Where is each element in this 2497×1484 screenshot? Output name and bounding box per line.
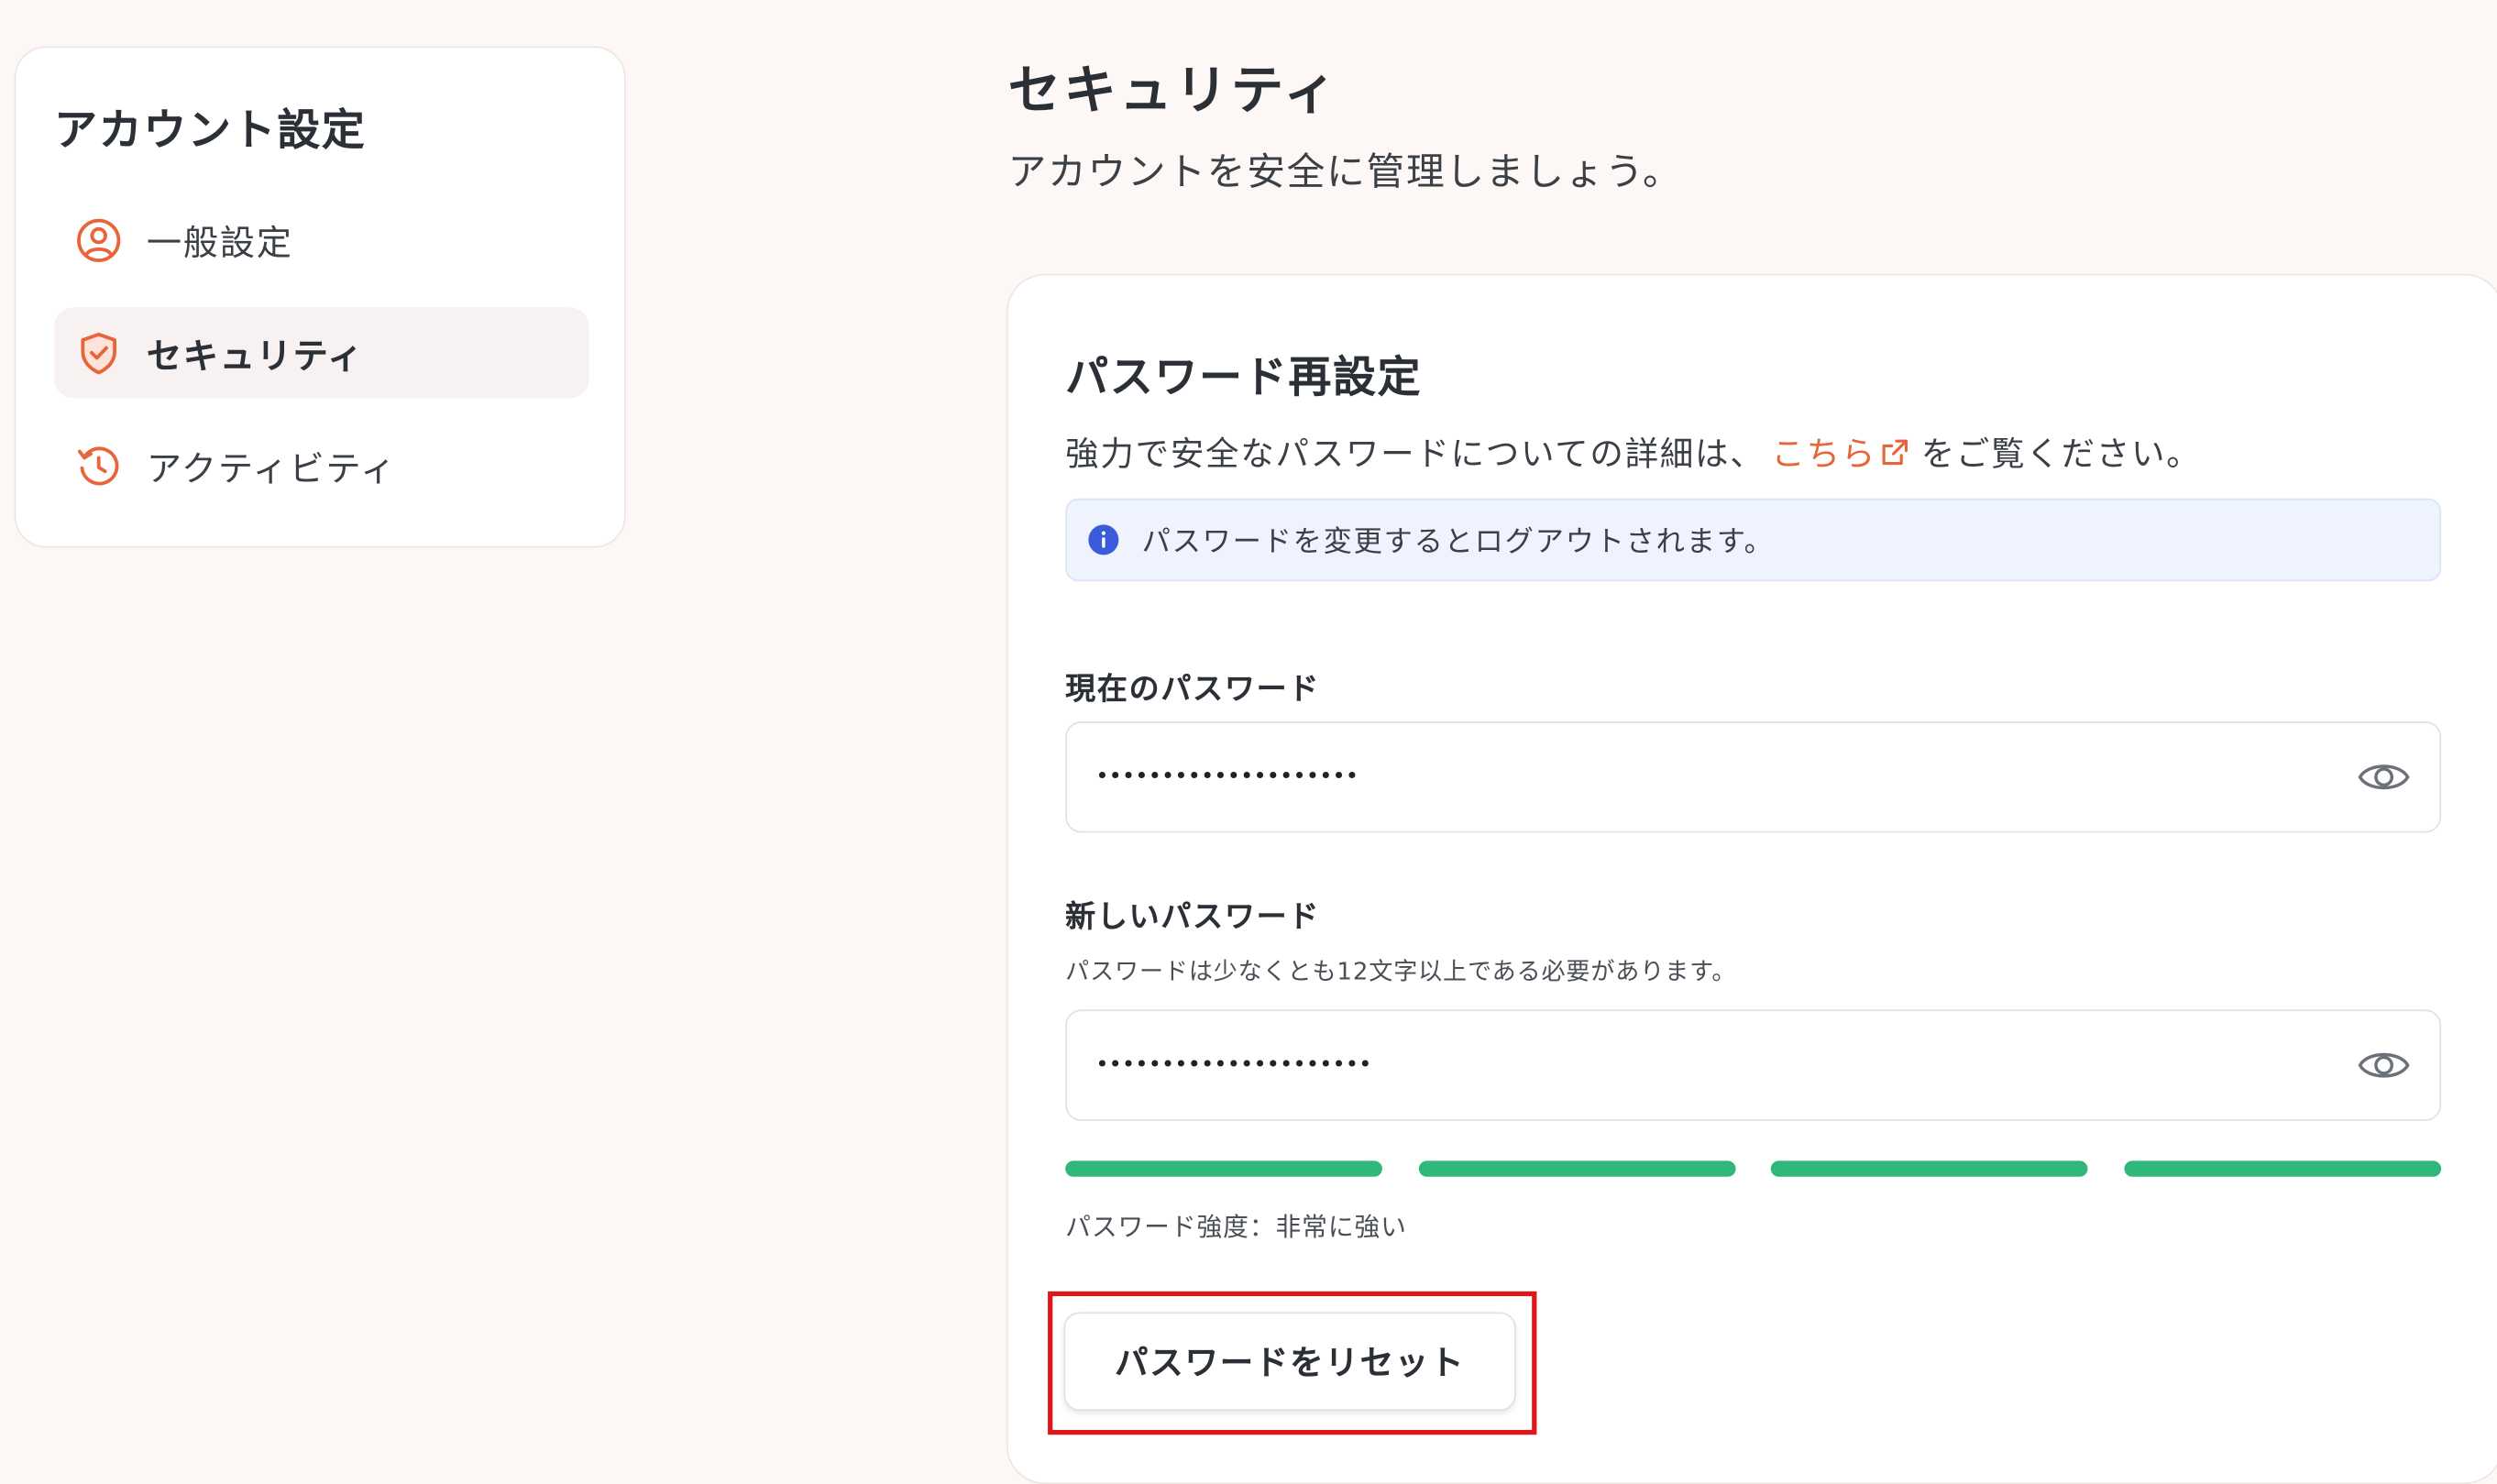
- new-password-label: 新しいパスワード: [1065, 899, 1321, 935]
- reset-password-button[interactable]: パスワードをリセット: [1063, 1312, 1516, 1412]
- info-banner-text: パスワードを変更するとログアウトされます。: [1141, 525, 1775, 559]
- app-root: アカウント設定 一般設定 セキュリティ アクティビティ セキュリティ アカウント…: [0, 0, 2497, 1484]
- sidebar: アカウント設定 一般設定 セキュリティ アクティビティ: [14, 46, 626, 548]
- user-circle-icon: [73, 214, 125, 266]
- desc-text-before: 強力で安全なパスワードについての詳細は、: [1065, 434, 1766, 473]
- current-password-label: 現在のパスワード: [1065, 672, 1321, 708]
- strength-segment: [1418, 1160, 1735, 1177]
- card-description: 強力で安全なパスワードについての詳細は、 こちら をご覧ください。: [1065, 428, 2201, 476]
- eye-icon[interactable]: [2357, 1043, 2411, 1088]
- desc-text-after: をご覧ください。: [1920, 434, 2202, 473]
- info-icon: [1088, 524, 1119, 555]
- sidebar-item-activity[interactable]: アクティビティ: [54, 421, 589, 511]
- external-link-icon: [1883, 439, 1908, 466]
- strength-segment: [1771, 1160, 2089, 1177]
- current-password-input[interactable]: [1095, 722, 2306, 831]
- password-strength-label: パスワード強度：非常に強い: [1065, 1212, 1407, 1243]
- eye-icon[interactable]: [2357, 754, 2411, 799]
- sidebar-title: アカウント設定: [54, 106, 367, 157]
- shield-check-icon: [73, 327, 125, 379]
- page-title: セキュリティ: [1007, 59, 1340, 122]
- current-password-field: [1065, 720, 2442, 833]
- password-strength-meter: [1065, 1160, 2442, 1177]
- sidebar-item-label: 一般設定: [146, 224, 293, 264]
- sidebar-item-label: セキュリティ: [146, 336, 365, 377]
- page-subtitle: アカウントを安全に管理しましょう。: [1007, 149, 1683, 194]
- logout-info-banner: パスワードを変更するとログアウトされます。: [1065, 498, 2442, 582]
- new-password-help: パスワードは少なくとも12文字以上である必要があります。: [1065, 957, 1737, 986]
- card-title: パスワード再設定: [1065, 353, 1423, 403]
- new-password-field: [1065, 1009, 2442, 1121]
- sidebar-item-security[interactable]: セキュリティ: [54, 307, 589, 399]
- sidebar-item-general[interactable]: 一般設定: [54, 194, 589, 285]
- details-link[interactable]: こちら: [1771, 428, 1911, 476]
- strength-segment: [2124, 1160, 2442, 1177]
- sidebar-item-label: アクティビティ: [146, 449, 398, 490]
- history-icon: [73, 440, 125, 491]
- details-link-label: こちら: [1771, 434, 1877, 473]
- strength-segment: [1065, 1160, 1382, 1177]
- new-password-input[interactable]: [1095, 1011, 2306, 1120]
